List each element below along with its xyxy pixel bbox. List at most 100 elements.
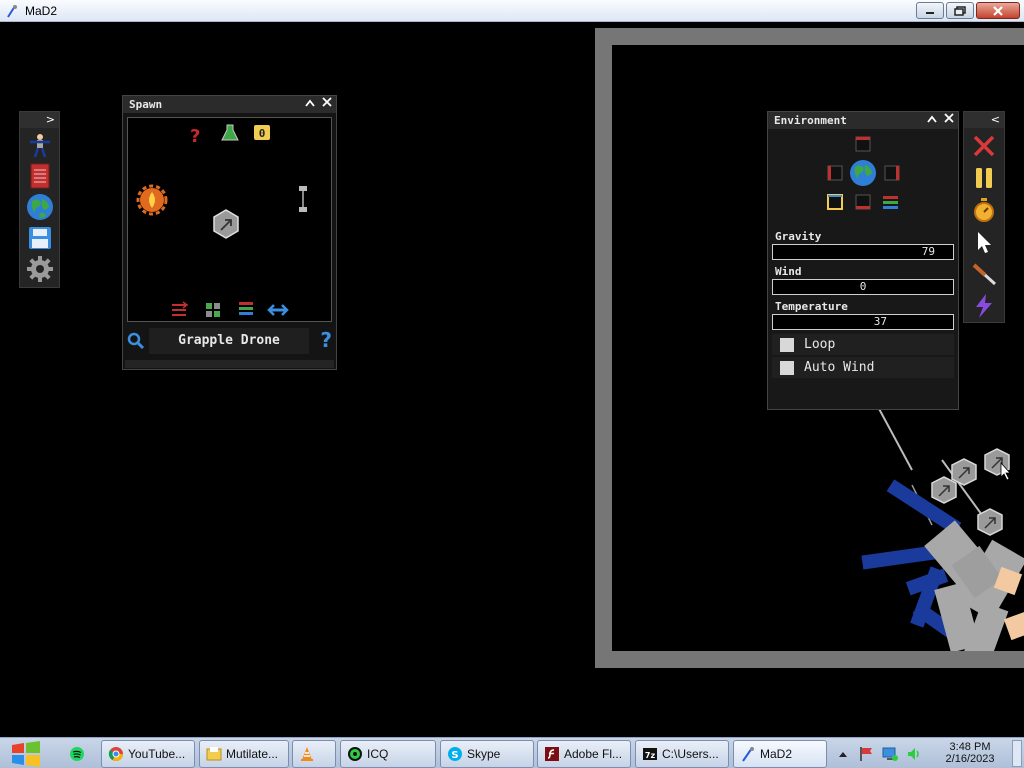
pointer-tool-button[interactable] xyxy=(969,227,999,256)
counter-badge[interactable]: 0 xyxy=(254,125,270,140)
taskbar-item-skype[interactable]: S Skype xyxy=(440,740,534,768)
flag-icon[interactable] xyxy=(858,746,874,762)
clear-button[interactable] xyxy=(969,131,999,160)
collapse-chevron-icon[interactable] xyxy=(303,97,317,111)
lightning-icon xyxy=(976,293,992,318)
taskbar-item-7zip[interactable]: 7z C:\Users... xyxy=(635,740,729,768)
slow-motion-button[interactable] xyxy=(969,195,999,224)
grapple-drone-4[interactable] xyxy=(977,508,1003,536)
taskbar-item-label: MaD2 xyxy=(760,747,793,761)
show-desktop-button[interactable] xyxy=(1012,740,1022,767)
bottom-wall-toggle[interactable] xyxy=(855,194,871,210)
ragdoll-tool-button[interactable] xyxy=(26,131,54,159)
chrome-icon xyxy=(108,747,123,761)
close-x-icon xyxy=(973,135,995,156)
auto-wind-checkbox-row[interactable]: Auto Wind xyxy=(772,357,954,378)
loop-checkbox-row[interactable]: Loop xyxy=(772,334,954,355)
all-walls-toggle[interactable] xyxy=(827,194,843,210)
7zip-icon: 7z xyxy=(643,748,657,760)
taskbar-item-label: ICQ xyxy=(367,747,389,761)
knife-icon xyxy=(972,263,997,285)
globe-center-icon[interactable] xyxy=(850,160,876,186)
collapse-chevron-icon[interactable] xyxy=(925,113,939,127)
left-toolbar: > xyxy=(19,111,60,288)
shuffle-icon[interactable] xyxy=(172,301,189,316)
grapple-drone-icon[interactable] xyxy=(213,209,239,239)
left-wall-toggle[interactable] xyxy=(827,165,843,181)
volume-icon[interactable] xyxy=(906,746,922,762)
maximize-button[interactable] xyxy=(946,2,974,19)
layers-icon[interactable] xyxy=(239,302,253,315)
help-icon[interactable]: ? xyxy=(320,328,332,352)
taskbar-item-icq[interactable]: ICQ xyxy=(340,740,436,768)
spawn-panel: Spawn ? 0 Grapple Drone ? xyxy=(122,95,337,370)
layers-toggle[interactable] xyxy=(883,196,898,209)
temperature-slider[interactable]: 37 xyxy=(772,314,954,330)
wind-label: Wind xyxy=(775,265,802,278)
network-icon[interactable] xyxy=(882,746,898,762)
grapple-drone-1[interactable] xyxy=(931,476,957,504)
lightning-tool-button[interactable] xyxy=(969,291,999,320)
close-panel-icon[interactable] xyxy=(942,113,956,127)
book-tool-button[interactable] xyxy=(26,162,54,190)
close-icon xyxy=(993,5,1003,16)
taskbar-item-label: Adobe Fl... xyxy=(564,747,623,761)
pause-button[interactable] xyxy=(969,163,999,192)
taskbar-item-label: Mutilate... xyxy=(226,747,279,761)
taskbar-item-label: YouTube... xyxy=(128,747,186,761)
taskbar-item-mad2[interactable]: MaD2 xyxy=(733,740,827,768)
gravity-label: Gravity xyxy=(775,230,822,243)
random-spawn-icon[interactable]: ? xyxy=(190,126,200,147)
environment-panel-title: Environment xyxy=(774,114,847,127)
windows-logo-icon xyxy=(12,741,40,767)
start-button[interactable] xyxy=(8,740,44,768)
save-tool-button[interactable] xyxy=(26,224,54,252)
expand-chevron-icon[interactable]: > xyxy=(46,113,55,126)
knife-tool-button[interactable] xyxy=(969,259,999,288)
flask-icon[interactable] xyxy=(221,124,239,141)
spawn-panel-footer xyxy=(125,360,334,368)
clock[interactable]: 3:48 PM 2/16/2023 xyxy=(938,741,1002,765)
swap-arrows-icon[interactable] xyxy=(267,304,289,316)
piston-icon[interactable] xyxy=(299,186,307,212)
settings-tool-button[interactable] xyxy=(26,255,54,283)
window-title: MaD2 xyxy=(25,3,58,18)
right-wall-toggle[interactable] xyxy=(884,165,900,181)
environment-panel-header[interactable]: Environment xyxy=(768,112,958,129)
boundary-selector xyxy=(827,136,900,210)
spotify-icon[interactable] xyxy=(69,746,85,766)
minimize-button[interactable] xyxy=(916,2,944,19)
spawn-panel-header[interactable]: Spawn xyxy=(123,96,336,113)
grapple-drone-2[interactable] xyxy=(951,458,977,486)
auto-wind-checkbox[interactable] xyxy=(780,360,794,375)
mad2-icon xyxy=(742,747,754,762)
gravity-slider[interactable]: 79 xyxy=(772,244,954,260)
environment-panel: Environment Gravity 79 Wind 0 Temperatur… xyxy=(767,111,959,410)
restore-icon xyxy=(954,5,966,16)
close-panel-icon[interactable] xyxy=(320,97,334,111)
clock-date: 2/16/2023 xyxy=(945,753,995,765)
loop-checkbox[interactable] xyxy=(780,337,794,352)
game-window: MaD2 > Spawn ? 0 Grapple Drone ? Environ… xyxy=(0,0,1024,768)
top-wall-toggle[interactable] xyxy=(855,136,871,152)
tray-expand-icon[interactable] xyxy=(838,750,848,758)
fire-gear-icon[interactable] xyxy=(136,184,168,216)
wind-value: 0 xyxy=(859,280,867,293)
wind-slider[interactable]: 0 xyxy=(772,279,954,295)
counter-value: 0 xyxy=(259,127,266,140)
gravity-value: 79 xyxy=(921,245,935,258)
taskbar-item-vlc[interactable] xyxy=(292,740,336,768)
icq-icon xyxy=(348,747,362,761)
cursor-icon xyxy=(978,231,991,253)
collapse-left-chevron-icon[interactable]: < xyxy=(991,113,1000,126)
grid-icon[interactable] xyxy=(206,303,220,317)
taskbar-item-adobe-flash[interactable]: Adobe Fl... xyxy=(537,740,631,768)
close-window-button[interactable] xyxy=(976,2,1020,19)
search-icon[interactable] xyxy=(127,332,145,354)
taskbar-item-youtube[interactable]: YouTube... xyxy=(101,740,195,768)
book-icon xyxy=(30,163,49,189)
taskbar-item-mutilate[interactable]: Mutilate... xyxy=(199,740,289,768)
window-controls xyxy=(916,2,1020,19)
environment-tool-button[interactable] xyxy=(26,193,54,221)
loop-label: Loop xyxy=(804,337,836,352)
